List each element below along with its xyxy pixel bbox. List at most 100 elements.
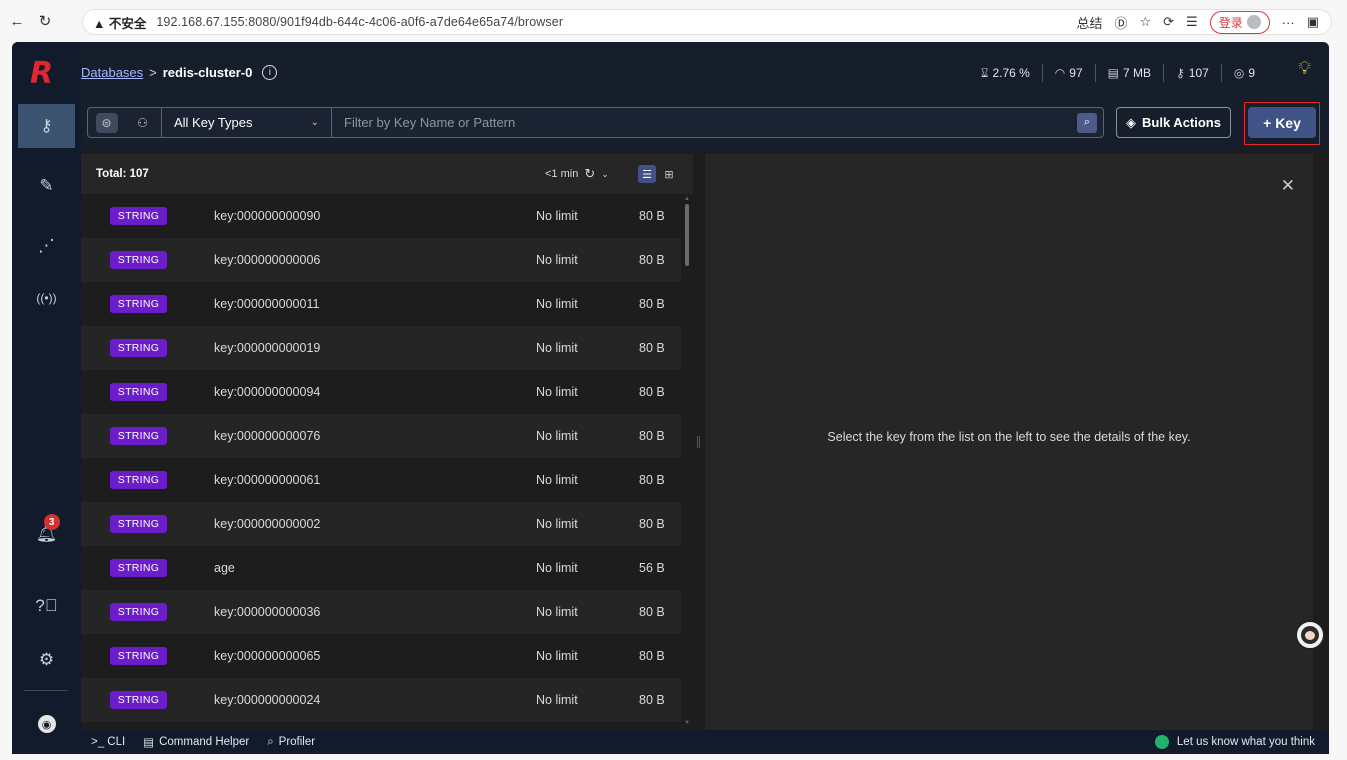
stat-clients-value: 9 <box>1248 66 1255 80</box>
type-badge: STRING <box>110 383 167 401</box>
key-row[interactable]: STRING key:000000000076 No limit 80 B <box>81 414 681 458</box>
add-key-button[interactable]: + Key <box>1248 107 1316 138</box>
sidebar-item-browser[interactable]: ⚷ <box>18 104 75 148</box>
key-row[interactable]: STRING key:000000000024 No limit 80 B <box>81 678 681 722</box>
notification-badge: 3 <box>43 514 60 530</box>
type-badge: STRING <box>110 207 167 225</box>
insecure-label: ▲ 不安全 <box>93 16 147 31</box>
type-badge: STRING <box>110 515 167 533</box>
scrollbar[interactable]: ▲ ▼ <box>682 194 693 730</box>
login-button[interactable]: 登录 <box>1209 10 1270 34</box>
key-name: key:000000000024 <box>214 693 321 707</box>
sidebar-item-github[interactable]: ◉ <box>12 702 81 746</box>
resize-grip-icon <box>697 436 700 448</box>
sidebar-item-notifications[interactable]: 🔔︎ 3 <box>12 512 81 556</box>
key-name: key:000000000019 <box>214 341 321 355</box>
key-row[interactable]: STRING key:000000000036 No limit 80 B <box>81 590 681 634</box>
type-badge: STRING <box>110 295 167 313</box>
details-placeholder-text: Select the key from the list on the left… <box>827 430 1191 444</box>
feedback-label: Let us know what you think <box>1176 736 1315 748</box>
document-icon: ▤ <box>143 737 155 749</box>
redis-logo-icon[interactable]: R <box>30 56 60 91</box>
collections-icon[interactable]: ☰ <box>1186 14 1198 30</box>
key-row[interactable]: STRING age No limit 56 B <box>81 546 681 590</box>
sidebar: R ⚷ ✎ ⋰ ((•)) 🔔︎ 3 ?⃝ ⚙ ◉ <box>12 42 81 754</box>
info-icon[interactable]: i <box>262 65 278 80</box>
key-size: 80 B <box>639 253 665 267</box>
layers-icon: ◈ <box>1126 114 1136 130</box>
refresh-icon[interactable]: ↻ <box>584 166 595 182</box>
refresh-control: <1 min ↻ ⌄ <box>545 166 609 182</box>
key-ttl: No limit <box>536 473 578 487</box>
bulk-actions-button[interactable]: ◈ Bulk Actions <box>1116 107 1231 138</box>
type-badge: STRING <box>110 251 167 269</box>
key-row[interactable]: STRING key:000000000019 No limit 80 B <box>81 326 681 370</box>
command-helper-button[interactable]: ▤ Command Helper <box>143 735 249 749</box>
scroll-up-icon[interactable]: ▲ <box>684 196 690 202</box>
top-header: Databases > redis-cluster-0 i ⌛︎ 2.76 % … <box>81 42 1329 102</box>
summary-button[interactable]: 总结 <box>1076 13 1102 32</box>
clients-icon: ◎ <box>1233 66 1245 80</box>
bulk-actions-label: Bulk Actions <box>1142 115 1221 130</box>
more-icon[interactable]: ··· <box>1282 15 1295 30</box>
key-row[interactable]: STRING key:000000000090 No limit 80 B <box>81 194 681 238</box>
feedback-link[interactable]: Let us know what you think <box>1154 735 1315 749</box>
sidebar-item-pubsub[interactable]: ((•)) <box>12 276 81 320</box>
key-size: 80 B <box>639 385 665 399</box>
breadcrumb-databases-link[interactable]: Databases <box>81 65 143 80</box>
vector-search-icon[interactable]: ⚇ <box>132 113 154 133</box>
filter-input[interactable] <box>332 108 1077 137</box>
scroll-down-icon[interactable]: ▼ <box>684 720 690 726</box>
stat-cpu: ⌛︎ 2.76 % <box>969 64 1043 82</box>
list-view-icon[interactable]: ☰ <box>638 165 656 183</box>
filter-bar: ⊜ ⚇ All Key Types ⌄ ⌕ <box>87 107 1104 138</box>
close-icon[interactable]: ✕ <box>1281 176 1295 196</box>
favorite-star-icon[interactable]: ☆ <box>1139 14 1151 30</box>
key-row[interactable]: STRING key:000000000061 No limit 80 B <box>81 458 681 502</box>
cli-button[interactable]: >_ CLI <box>91 736 125 748</box>
github-icon: ◉ <box>37 715 56 733</box>
key-row[interactable]: STRING key:000000000002 No limit 80 B <box>81 502 681 546</box>
reader-icon[interactable]: Ⓓ <box>1114 13 1127 32</box>
sidebar-toggle-icon[interactable]: ▣ <box>1307 14 1319 30</box>
reload-icon[interactable]: ↻ <box>34 10 56 32</box>
key-size: 80 B <box>639 693 665 707</box>
key-list-header: Total: 107 <1 min ↻ ⌄ ☰ ⊞ <box>81 154 693 194</box>
profiler-button[interactable]: ⌕ Profiler <box>267 736 315 749</box>
stat-keys-value: 107 <box>1188 66 1209 80</box>
extensions-icon[interactable]: ⟳ <box>1163 14 1174 30</box>
sidebar-item-workbench[interactable]: ✎ <box>12 164 81 208</box>
tree-view-icon[interactable]: ⊞ <box>660 165 678 183</box>
key-row[interactable]: STRING key:000000000006 No limit 80 B <box>81 238 681 282</box>
sidebar-item-analysis[interactable]: ⋰ <box>12 224 81 268</box>
key-row[interactable]: STRING key:000000000011 No limit 80 B <box>81 282 681 326</box>
stat-ops-value: 97 <box>1069 66 1083 80</box>
database-stats: ⌛︎ 2.76 % ◠ 97 ▤ 7 MB ⚷ 107 ◎ 9 <box>969 64 1267 82</box>
sidebar-item-settings[interactable]: ⚙ <box>12 638 81 682</box>
type-badge: STRING <box>110 603 167 621</box>
pattern-search-icon[interactable]: ⊜ <box>95 112 118 133</box>
assistant-avatar-icon[interactable] <box>1295 620 1325 650</box>
key-name: key:000000000061 <box>214 473 321 487</box>
key-row[interactable]: STRING key:000000000094 No limit 80 B <box>81 370 681 414</box>
scroll-thumb[interactable] <box>685 204 689 266</box>
key-list-panel: Total: 107 <1 min ↻ ⌄ ☰ ⊞ STRING key:0000… <box>81 154 693 730</box>
lightbulb-icon[interactable]: 💡︎ <box>1298 58 1311 79</box>
browser-toolbar-panel: ⊜ ⚇ All Key Types ⌄ ⌕ ◈ Bulk Actions + K… <box>81 102 1329 150</box>
key-row[interactable]: STRING key:000000000065 No limit 80 B <box>81 634 681 678</box>
url-text: 192.168.67.155:8080/901f94db-644c-4c06-a… <box>156 15 564 29</box>
chevron-down-icon[interactable]: ⌄ <box>601 169 609 180</box>
cpu-icon: ⌛︎ <box>980 65 989 80</box>
panel-resize-handle[interactable] <box>693 154 705 730</box>
total-keys: Total: 107 <box>96 168 149 180</box>
key-ttl: No limit <box>536 253 578 267</box>
key-size: 80 B <box>639 209 665 223</box>
key-type-select[interactable]: All Key Types ⌄ <box>162 108 332 137</box>
back-arrow-icon[interactable]: ← <box>6 10 28 32</box>
key-ttl: No limit <box>536 517 578 531</box>
sidebar-item-help[interactable]: ?⃝ <box>12 584 81 628</box>
key-name: key:000000000006 <box>214 253 321 267</box>
address-bar[interactable]: ▲ 不安全 192.168.67.155:8080/901f94db-644c-… <box>82 9 1332 35</box>
stat-keys: ⚷ 107 <box>1164 64 1222 82</box>
search-icon[interactable]: ⌕ <box>1077 112 1097 133</box>
